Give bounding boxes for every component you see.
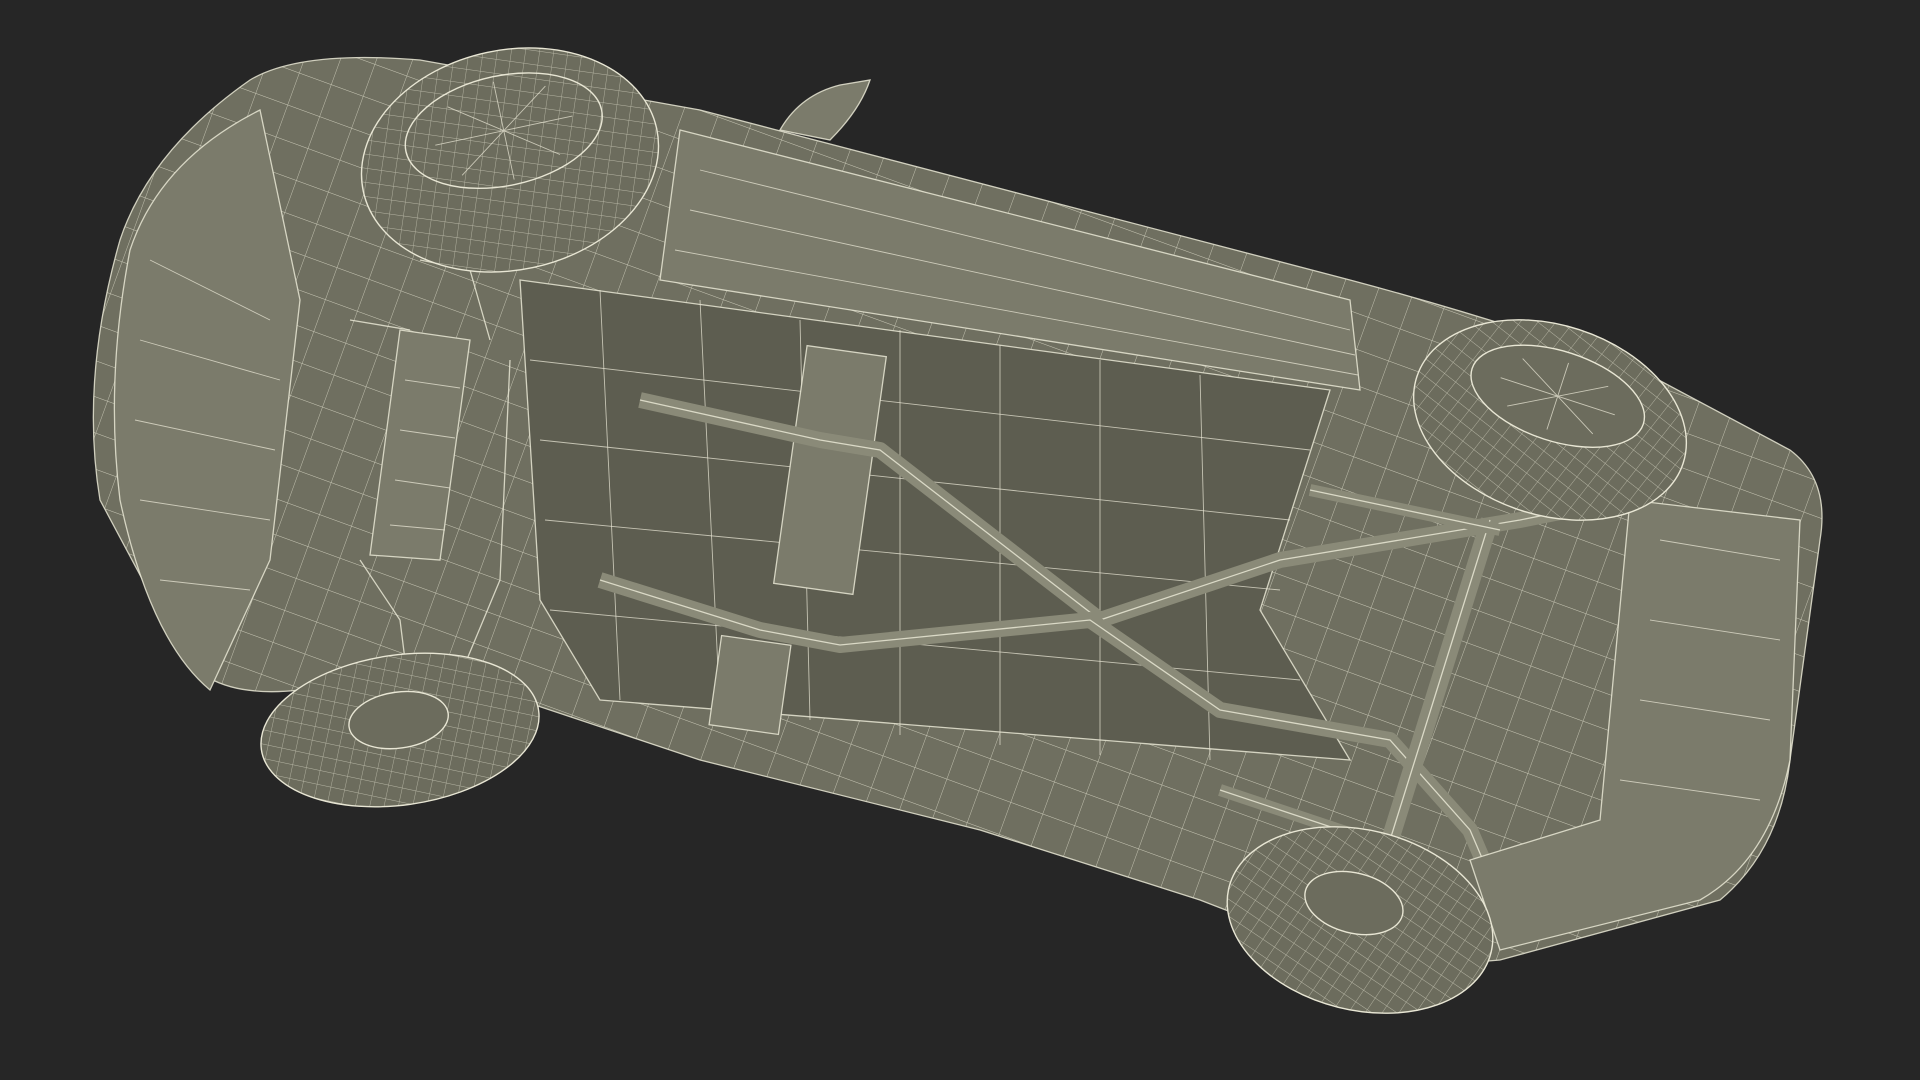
render-viewport — [0, 0, 1920, 1080]
car-underside-wireframe — [92, 47, 1823, 1014]
side-mirror — [778, 79, 871, 141]
crossmember-lower — [708, 634, 792, 736]
